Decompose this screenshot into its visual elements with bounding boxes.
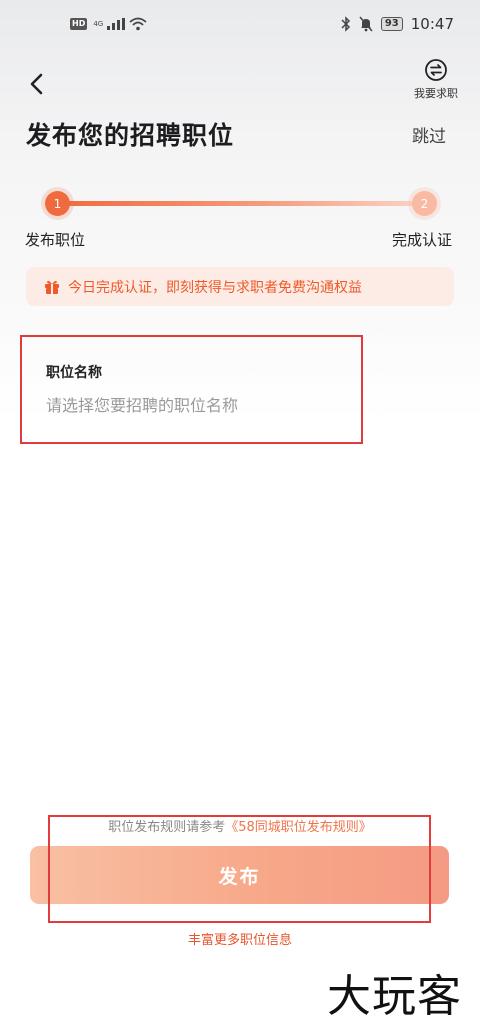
step-2-label: 完成认证 bbox=[392, 231, 453, 249]
more-job-info-link[interactable]: 丰富更多职位信息 bbox=[0, 929, 480, 948]
step-2-indicator: 2 bbox=[412, 191, 437, 216]
wifi-icon bbox=[129, 17, 147, 31]
status-bar: HD 4G 93 10:47 bbox=[0, 0, 480, 54]
skip-button[interactable]: 跳过 bbox=[412, 122, 446, 147]
status-time: 10:47 bbox=[410, 15, 454, 33]
switch-label: 我要求职 bbox=[414, 87, 458, 100]
banner-text: 今日完成认证，即刻获得与求职者免费沟通权益 bbox=[68, 279, 362, 296]
back-arrow-icon bbox=[30, 73, 43, 95]
hd-badge: HD bbox=[70, 18, 88, 30]
annotation-highlight-box-field bbox=[20, 335, 363, 444]
switch-icon bbox=[425, 59, 447, 81]
switch-to-jobseeker-button[interactable]: 我要求职 bbox=[404, 58, 468, 101]
verification-benefit-banner[interactable]: 今日完成认证，即刻获得与求职者免费沟通权益 bbox=[26, 267, 454, 306]
step-1-label: 发布职位 bbox=[25, 231, 86, 249]
gift-icon bbox=[45, 280, 59, 294]
network-type-label: 4G bbox=[93, 19, 104, 28]
status-left-group: HD 4G bbox=[70, 17, 147, 31]
bluetooth-icon bbox=[341, 16, 350, 32]
battery-indicator: 93 bbox=[380, 17, 403, 31]
status-right-group: 93 10:47 bbox=[341, 15, 454, 33]
step-progress-track bbox=[57, 201, 423, 206]
back-button[interactable] bbox=[20, 68, 52, 100]
mute-bell-icon bbox=[359, 16, 373, 32]
signal-icon bbox=[107, 18, 126, 30]
page-title: 发布您的招聘职位 bbox=[26, 121, 235, 150]
watermark-logo: 大玩客 bbox=[327, 971, 462, 1022]
step-1-indicator: 1 bbox=[45, 191, 70, 216]
annotation-highlight-box-publish bbox=[48, 815, 431, 923]
